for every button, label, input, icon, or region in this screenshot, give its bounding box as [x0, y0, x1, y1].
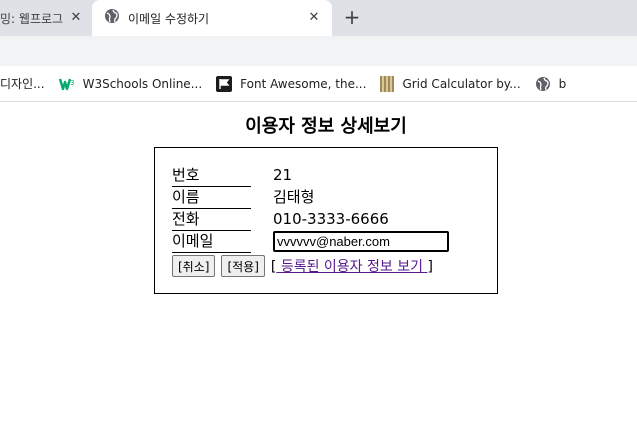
field-value: 21 — [273, 166, 293, 184]
globe-icon — [104, 8, 120, 28]
close-icon[interactable]: ✕ — [306, 10, 322, 26]
w3schools-icon: 3 — [58, 77, 75, 91]
user-detail-panel: 번호 21 이름 김태형 전화 010-3333-6666 이메일 [취소] [… — [154, 147, 498, 294]
globe-icon — [535, 76, 551, 92]
bookmark-b[interactable]: b — [535, 76, 567, 92]
grid-icon — [380, 75, 395, 92]
flag-icon — [216, 75, 233, 92]
field-label: 이메일 — [172, 231, 251, 253]
bookmark-design[interactable]: 디자인... — [0, 75, 45, 92]
tab-web-programming[interactable]: 밍: 웹프로그 ✕ — [0, 0, 92, 36]
field-value: 김태형 — [273, 188, 315, 206]
bookmark-label: 디자인... — [0, 77, 45, 91]
bookmark-label: Grid Calculator by... — [402, 76, 521, 91]
tab-title: 이메일 수정하기 — [128, 11, 210, 26]
bookmarks-bar: 디자인... 3 W3Schools Online... Font Awesom… — [0, 66, 637, 102]
field-label: 전화 — [172, 209, 251, 231]
svg-text:3: 3 — [70, 79, 74, 87]
bookmark-font-awesome[interactable]: Font Awesome, the... — [216, 75, 367, 92]
view-registered-users-link[interactable]: 등록된 이용자 정보 보기 — [276, 259, 427, 275]
field-label: 번호 — [172, 165, 251, 187]
tab-edit-email[interactable]: 이메일 수정하기 ✕ — [92, 0, 332, 36]
field-row-number: 번호 21 — [172, 165, 492, 187]
new-tab-button[interactable]: + — [340, 7, 364, 29]
bookmark-label: b — [558, 76, 567, 91]
email-field[interactable] — [273, 231, 449, 252]
apply-button[interactable]: [적용] — [221, 255, 265, 277]
address-toolbar — [0, 36, 637, 66]
field-row-name: 이름 김태형 — [172, 187, 492, 209]
action-bar: [취소] [적용] [ 등록된 이용자 정보 보기 ] — [172, 254, 433, 278]
bookmark-label: W3Schools Online... — [82, 76, 203, 91]
close-icon[interactable]: ✕ — [68, 10, 84, 26]
user-list-link-wrapper: [ 등록된 이용자 정보 보기 ] — [271, 256, 433, 276]
bracket-close: ] — [427, 259, 433, 275]
field-label: 이름 — [172, 187, 251, 209]
page-title: 이용자 정보 상세보기 — [245, 116, 407, 137]
field-row-email: 이메일 — [172, 231, 492, 253]
field-value: 010-3333-6666 — [273, 210, 389, 228]
bookmark-grid-calculator[interactable]: Grid Calculator by... — [380, 75, 521, 92]
bookmark-label: Font Awesome, the... — [240, 76, 367, 91]
bookmark-w3schools[interactable]: 3 W3Schools Online... — [58, 76, 203, 91]
cancel-button[interactable]: [취소] — [172, 255, 216, 277]
tab-strip: 밍: 웹프로그 ✕ 이메일 수정하기 ✕ + — [0, 0, 637, 36]
field-row-phone: 전화 010-3333-6666 — [172, 209, 492, 231]
tab-title: 밍: 웹프로그 — [0, 11, 64, 26]
